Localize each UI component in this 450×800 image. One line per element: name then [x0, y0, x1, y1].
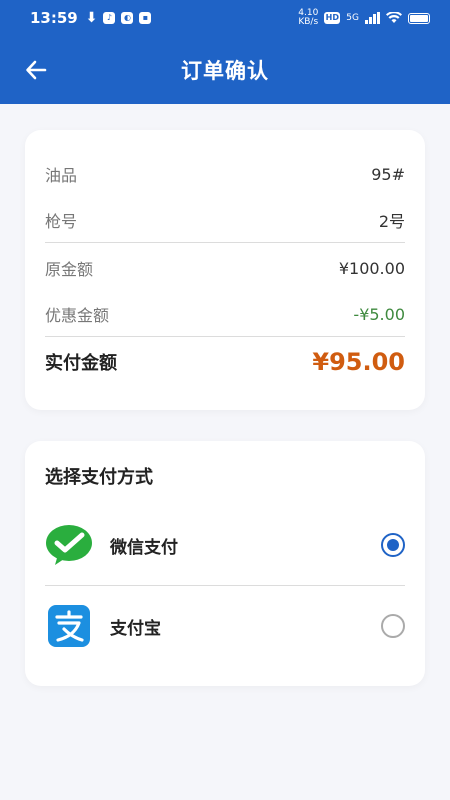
radio-selected[interactable]: [381, 533, 405, 557]
payment-option-label: 支付宝: [110, 618, 161, 639]
divider: [45, 585, 405, 586]
radio-unselected[interactable]: [381, 614, 405, 638]
network-type: 5G: [346, 13, 359, 23]
discount-row: 优惠金额 -¥5.00: [45, 302, 405, 326]
page-title: 订单确认: [181, 59, 269, 83]
original-amount-value: ¥100.00: [338, 258, 405, 278]
nozzle-row: 枪号 2号: [45, 208, 405, 232]
signal-icon: [365, 12, 380, 24]
order-summary-card: 油品 95# 枪号 2号 原金额 ¥100.00 优惠金额 -¥5.00 实付金…: [25, 130, 425, 410]
hd-icon: HD: [324, 12, 341, 24]
message-icon: ▪: [139, 12, 152, 24]
net-speed: 4.10 KB/s: [298, 8, 319, 27]
payment-section-title: 选择支付方式: [45, 467, 153, 488]
actual-amount-value: ¥95.00: [312, 348, 405, 376]
original-amount-label: 原金额: [45, 260, 94, 279]
divider: [45, 242, 405, 243]
fuel-value: 95#: [371, 164, 405, 184]
status-time: 13:59: [30, 9, 78, 27]
wechat-pay-icon: [45, 521, 93, 569]
payment-option-label: 微信支付: [110, 537, 178, 558]
notification-icons: ⬇ ♪ ◐ ▪: [86, 10, 152, 26]
actual-amount-label: 实付金额: [45, 353, 117, 374]
discount-value: -¥5.00: [353, 304, 405, 324]
battery-icon: [408, 12, 430, 24]
wifi-icon: [386, 12, 402, 23]
app-header: 13:59 ⬇ ♪ ◐ ▪ 4.10 KB/s HD 5G 订单确认: [0, 0, 450, 104]
payment-option-wechat[interactable]: 微信支付: [45, 515, 405, 575]
payment-option-alipay[interactable]: 支付宝: [45, 596, 405, 656]
nozzle-label: 枪号: [45, 212, 78, 231]
download-icon: ⬇: [85, 10, 98, 26]
original-amount-row: 原金额 ¥100.00: [45, 256, 405, 280]
actual-amount-row: 实付金额 ¥95.00: [45, 348, 405, 376]
alipay-icon: [45, 602, 93, 650]
nav-bar: 订单确认: [0, 36, 450, 104]
back-button[interactable]: [22, 56, 50, 84]
discount-label: 优惠金额: [45, 306, 110, 325]
nozzle-value: 2号: [378, 212, 405, 231]
app-notification-icon: ◐: [121, 12, 134, 24]
arrow-left-icon: [26, 60, 47, 80]
status-bar: 13:59 ⬇ ♪ ◐ ▪ 4.10 KB/s HD 5G: [0, 0, 450, 36]
tiktok-icon: ♪: [103, 12, 116, 24]
payment-method-card: 选择支付方式 微信支付 支付宝: [25, 441, 425, 686]
fuel-label: 油品: [45, 166, 78, 185]
fuel-row: 油品 95#: [45, 162, 405, 186]
system-icons: 4.10 KB/s HD 5G: [298, 9, 430, 27]
divider: [45, 336, 405, 337]
